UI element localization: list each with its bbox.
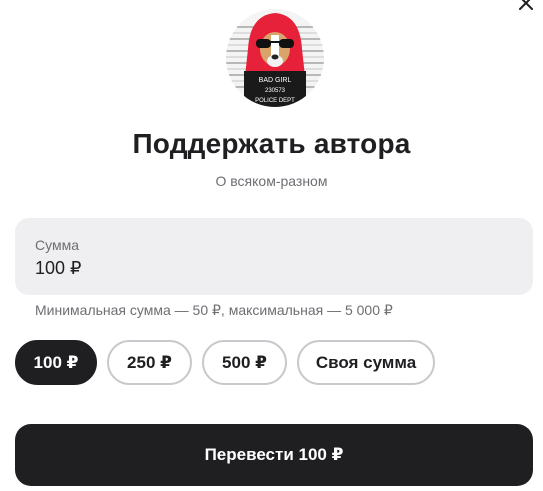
preset-chip-100[interactable]: 100 ₽ — [15, 340, 97, 385]
amount-limits-hint: Минимальная сумма — 50 ₽, максимальная —… — [35, 302, 393, 318]
preset-chip-250[interactable]: 250 ₽ — [107, 340, 192, 385]
close-button[interactable] — [515, 0, 537, 14]
avatar-sign-text: POLICE DEPT — [255, 98, 295, 104]
transfer-button[interactable]: Перевести 100 ₽ — [15, 424, 533, 486]
page-subtitle: О всяком-разном — [215, 173, 328, 189]
preset-chip-custom[interactable]: Своя сумма — [297, 340, 435, 385]
preset-chip-500[interactable]: 500 ₽ — [202, 340, 287, 385]
amount-field[interactable]: Сумма — [15, 218, 533, 295]
amount-input[interactable] — [35, 258, 335, 279]
amount-label: Сумма — [35, 237, 79, 253]
page-title: Поддержать автора — [132, 128, 411, 159]
author-avatar: BAD GIRL 230573 POLICE DEPT — [226, 9, 324, 107]
avatar-sign-text: 230573 — [265, 88, 286, 94]
avatar-sign-text: BAD GIRL — [259, 77, 292, 84]
close-icon — [519, 0, 533, 10]
